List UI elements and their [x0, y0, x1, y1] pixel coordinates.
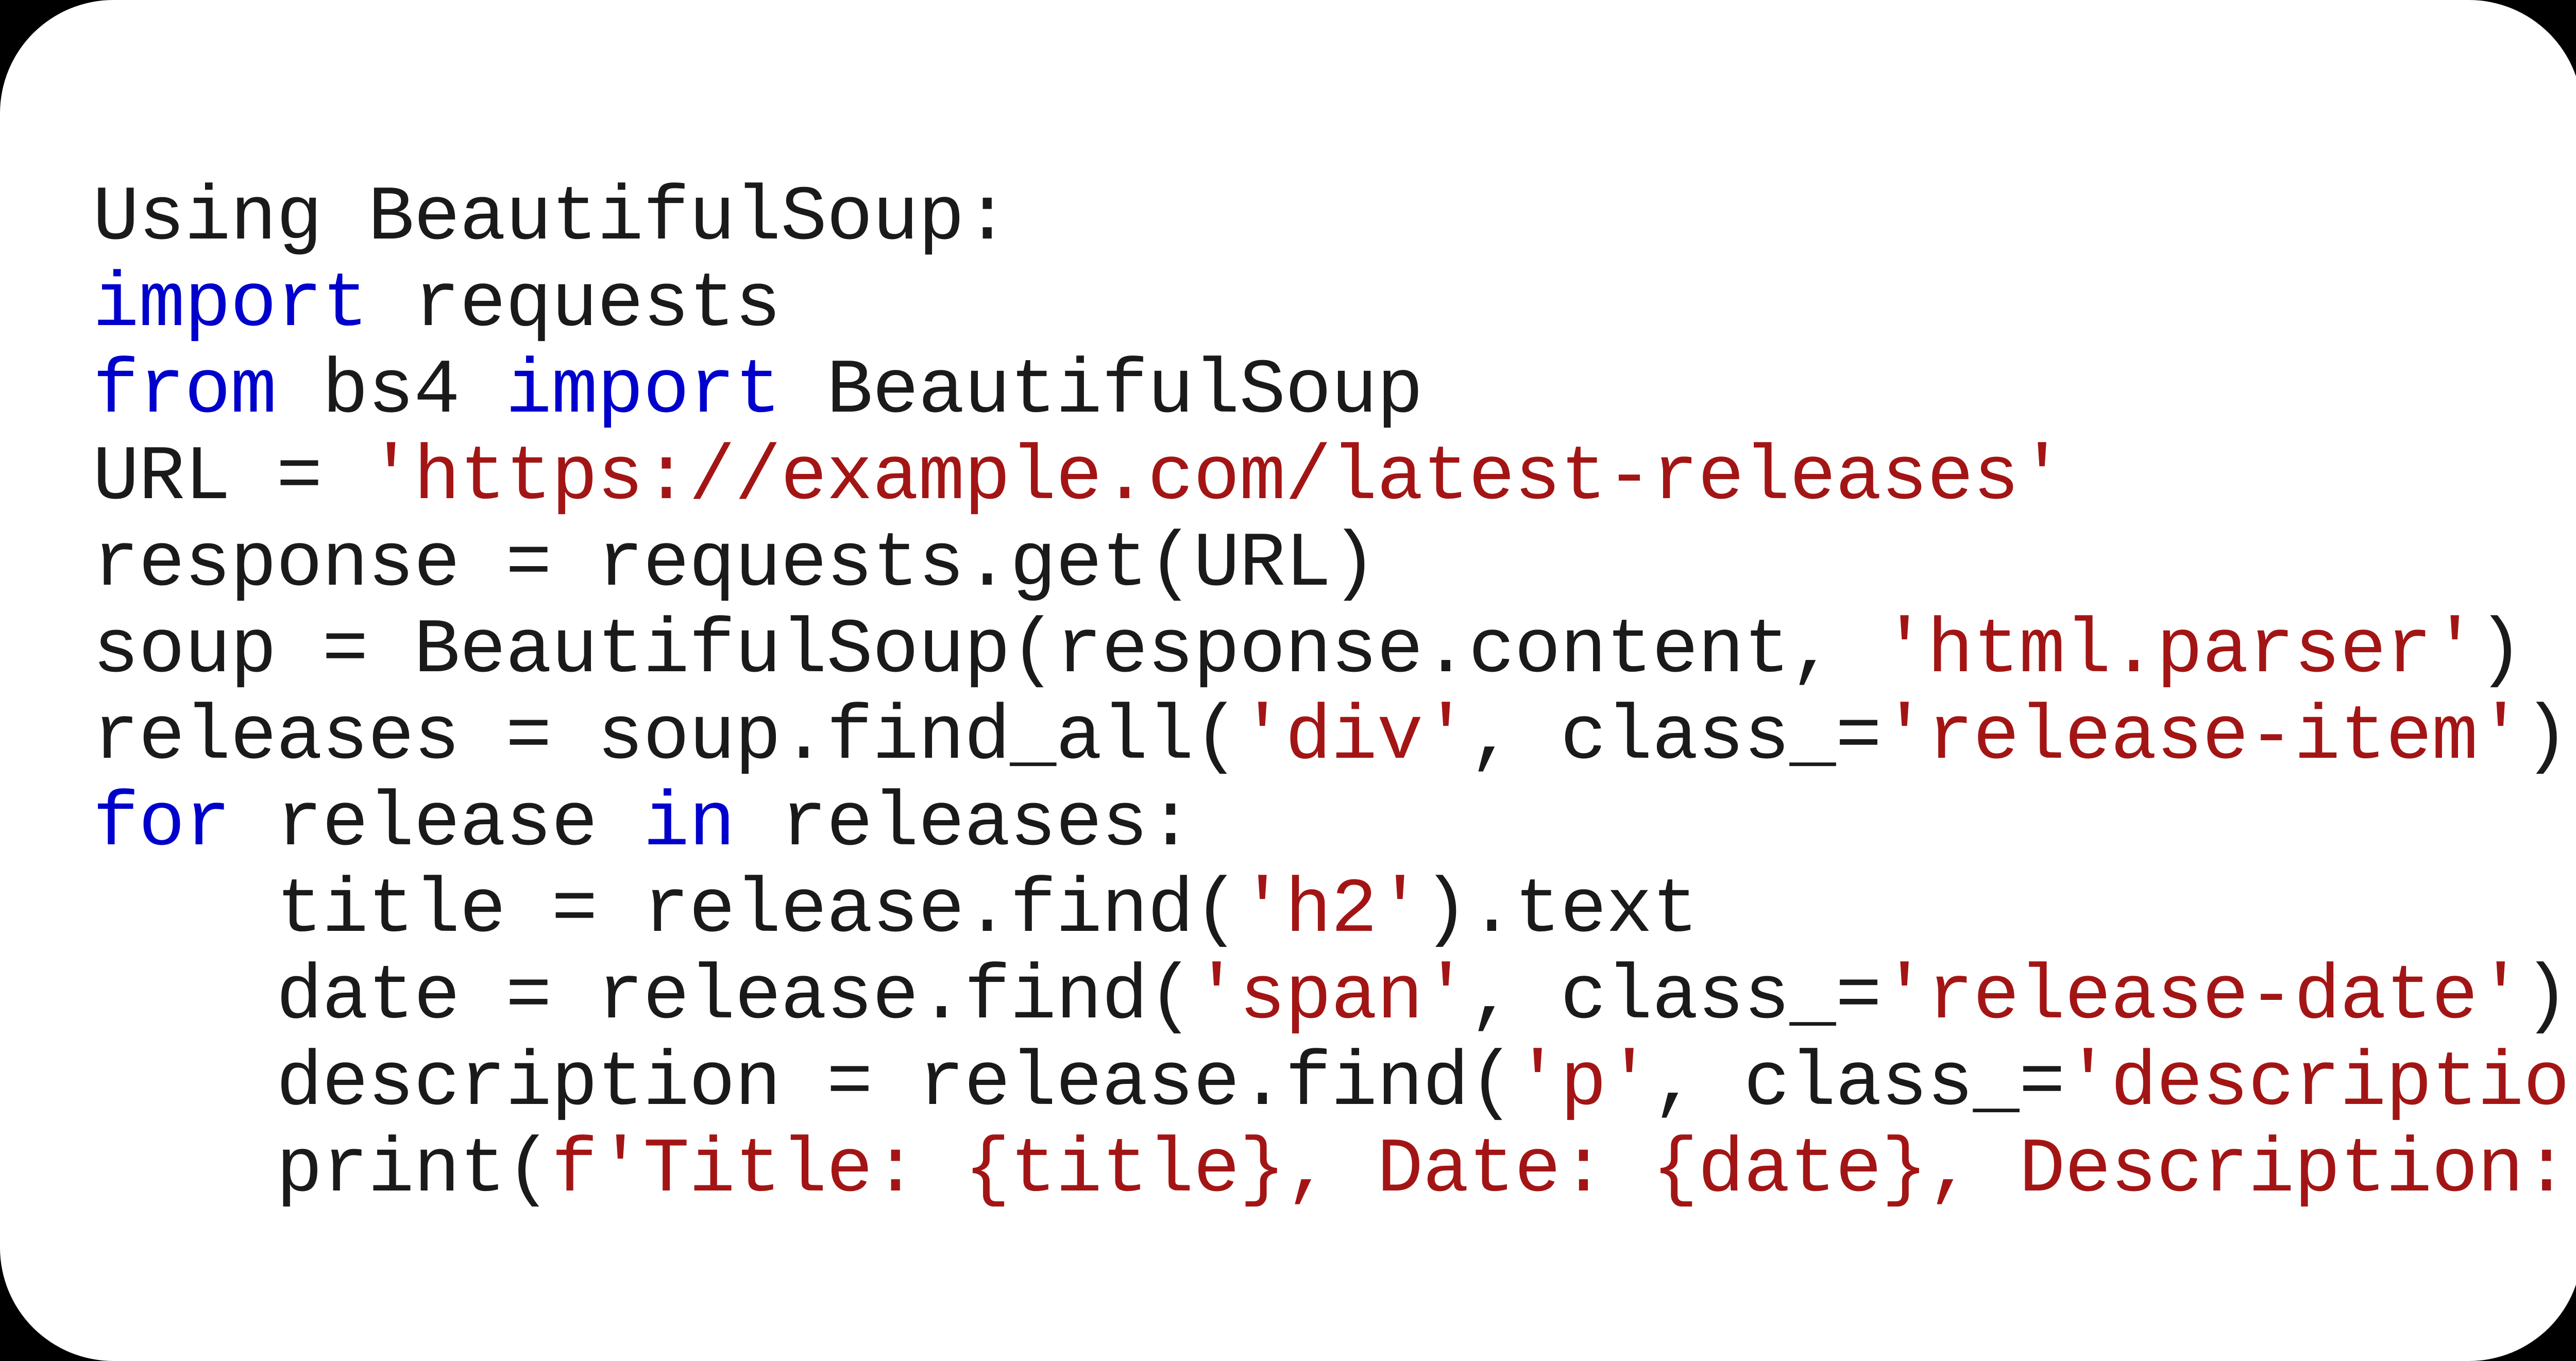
string-literal: 'https://example.com/latest-releases' [368, 434, 2065, 522]
string-literal: 'div' [1239, 694, 1468, 781]
code-text: bs4 [276, 348, 505, 435]
code-line-1: Using BeautifulSoup: [93, 175, 1010, 262]
code-text: ) [2478, 607, 2523, 695]
code-line-10: date = release.find('span', class_='rele… [93, 954, 2576, 1041]
python-code-block: Using BeautifulSoup: import requests fro… [93, 175, 2489, 1214]
code-text: description = release.find( [93, 1040, 1514, 1128]
code-slide: Using BeautifulSoup: import requests fro… [0, 0, 2576, 1361]
code-text: URL = [93, 434, 368, 522]
code-line-7: releases = soup.find_all('div', class_='… [93, 694, 2569, 781]
string-literal: 'html.parser' [1882, 607, 2478, 695]
code-text: title = release.find( [93, 867, 1239, 955]
keyword-in: in [643, 780, 735, 868]
code-text: ).text [1422, 867, 1698, 955]
code-line-6: soup = BeautifulSoup(response.content, '… [93, 607, 2523, 695]
string-literal: f'Title: {title}, Date: {date}, Descript… [551, 1127, 2576, 1214]
keyword-import: import [93, 261, 368, 349]
code-line-5: response = requests.get(URL) [93, 521, 1377, 608]
code-line-11: description = release.find('p', class_='… [93, 1040, 2576, 1128]
code-line-2: import requests [93, 261, 781, 349]
code-line-4: URL = 'https://example.com/latest-releas… [93, 434, 2065, 522]
code-text: , class_= [1652, 1040, 2065, 1128]
code-line-12: print(f'Title: {title}, Date: {date}, De… [93, 1127, 2576, 1214]
code-text: print( [93, 1127, 551, 1214]
keyword-for: for [93, 780, 230, 868]
code-line-9: title = release.find('h2').text [93, 867, 1698, 955]
code-text: ) [2523, 694, 2569, 781]
string-literal: 'release-date' [1882, 954, 2523, 1041]
string-literal: 'p' [1514, 1040, 1652, 1128]
string-literal: 'h2' [1239, 867, 1422, 955]
code-text: , class_= [1468, 954, 1881, 1041]
string-literal: 'release-item' [1882, 694, 2523, 781]
code-text: ).text [2523, 954, 2576, 1041]
code-text: requests [368, 261, 781, 349]
code-text: soup = BeautifulSoup(response.content, [93, 607, 1882, 695]
code-text: releases: [735, 780, 1193, 868]
string-literal: 'description' [2065, 1040, 2576, 1128]
code-line-8: for release in releases: [93, 780, 1193, 868]
code-text: date = release.find( [93, 954, 1193, 1041]
code-text: BeautifulSoup [781, 348, 1422, 435]
code-text: releases = soup.find_all( [93, 694, 1239, 781]
keyword-from: from [93, 348, 276, 435]
string-literal: 'span' [1193, 954, 1468, 1041]
keyword-import: import [505, 348, 781, 435]
code-text: release [230, 780, 643, 868]
code-line-3: from bs4 import BeautifulSoup [93, 348, 1422, 435]
code-text: , class_= [1468, 694, 1881, 781]
